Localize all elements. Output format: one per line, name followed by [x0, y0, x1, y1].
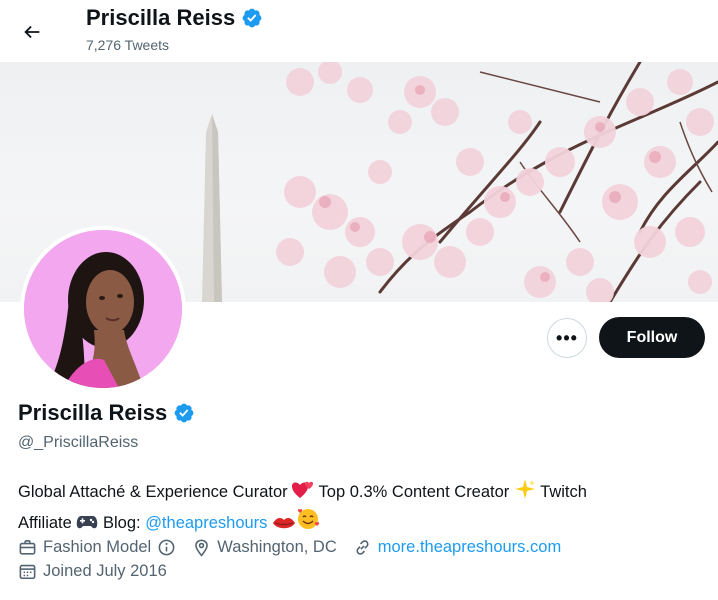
- category-label: Fashion Model: [43, 538, 152, 556]
- profile-photo: [24, 230, 182, 388]
- header-name: Priscilla Reiss: [86, 5, 236, 30]
- briefcase-icon: [18, 538, 37, 557]
- bio-text-5: Blog:: [98, 514, 146, 532]
- blog-link[interactable]: @theapreshours: [145, 514, 267, 532]
- game-controller-icon: [76, 513, 98, 538]
- verified-badge-icon: [173, 402, 195, 424]
- bio-text-2: Top 0.3% Content Creator: [314, 483, 514, 501]
- profile-display-name: Priscilla Reiss: [18, 400, 168, 425]
- verified-badge-icon: [241, 7, 263, 29]
- location-pin-icon: [192, 538, 211, 557]
- profile-handle: @_PriscillaReiss: [18, 434, 139, 451]
- tweet-count: 7,276 Tweets: [86, 37, 170, 53]
- bio-text-1: Global Attaché & Experience Curator: [18, 483, 293, 501]
- profile-name: Priscilla Reiss: [18, 400, 195, 426]
- arrow-left-icon: [21, 21, 43, 43]
- header-title: Priscilla Reiss: [86, 5, 263, 31]
- profile-website[interactable]: more.theapreshours.com: [353, 538, 561, 557]
- profile-joined-row: Joined July 2016: [18, 562, 183, 581]
- profile-meta-row: Fashion Model Washington, DC more.theapr…: [18, 538, 577, 557]
- location-label: Washington, DC: [217, 538, 337, 556]
- more-options-button[interactable]: •••: [547, 318, 587, 358]
- profile-joined: Joined July 2016: [18, 562, 167, 581]
- lips-icon: [272, 514, 296, 538]
- sparkles-icon: [514, 478, 536, 507]
- avatar[interactable]: [20, 226, 186, 392]
- follow-button[interactable]: Follow: [599, 317, 705, 358]
- bio-text-3: Twitch: [535, 483, 587, 501]
- joined-label: Joined July 2016: [43, 562, 167, 580]
- bio-text-4: Affiliate: [18, 514, 77, 532]
- profile-category: Fashion Model: [18, 538, 176, 557]
- profile-bio: Global Attaché & Experience Curator Top …: [18, 478, 698, 538]
- link-icon: [353, 538, 372, 557]
- top-bar: Priscilla Reiss 7,276 Tweets: [0, 0, 718, 60]
- info-icon[interactable]: [157, 538, 176, 557]
- website-link[interactable]: more.theapreshours.com: [378, 538, 561, 557]
- back-button[interactable]: [14, 14, 50, 50]
- profile-location: Washington, DC: [192, 538, 337, 557]
- two-hearts-icon: [292, 480, 314, 507]
- calendar-icon: [18, 562, 37, 581]
- smiling-face-with-hearts-icon: [296, 507, 320, 538]
